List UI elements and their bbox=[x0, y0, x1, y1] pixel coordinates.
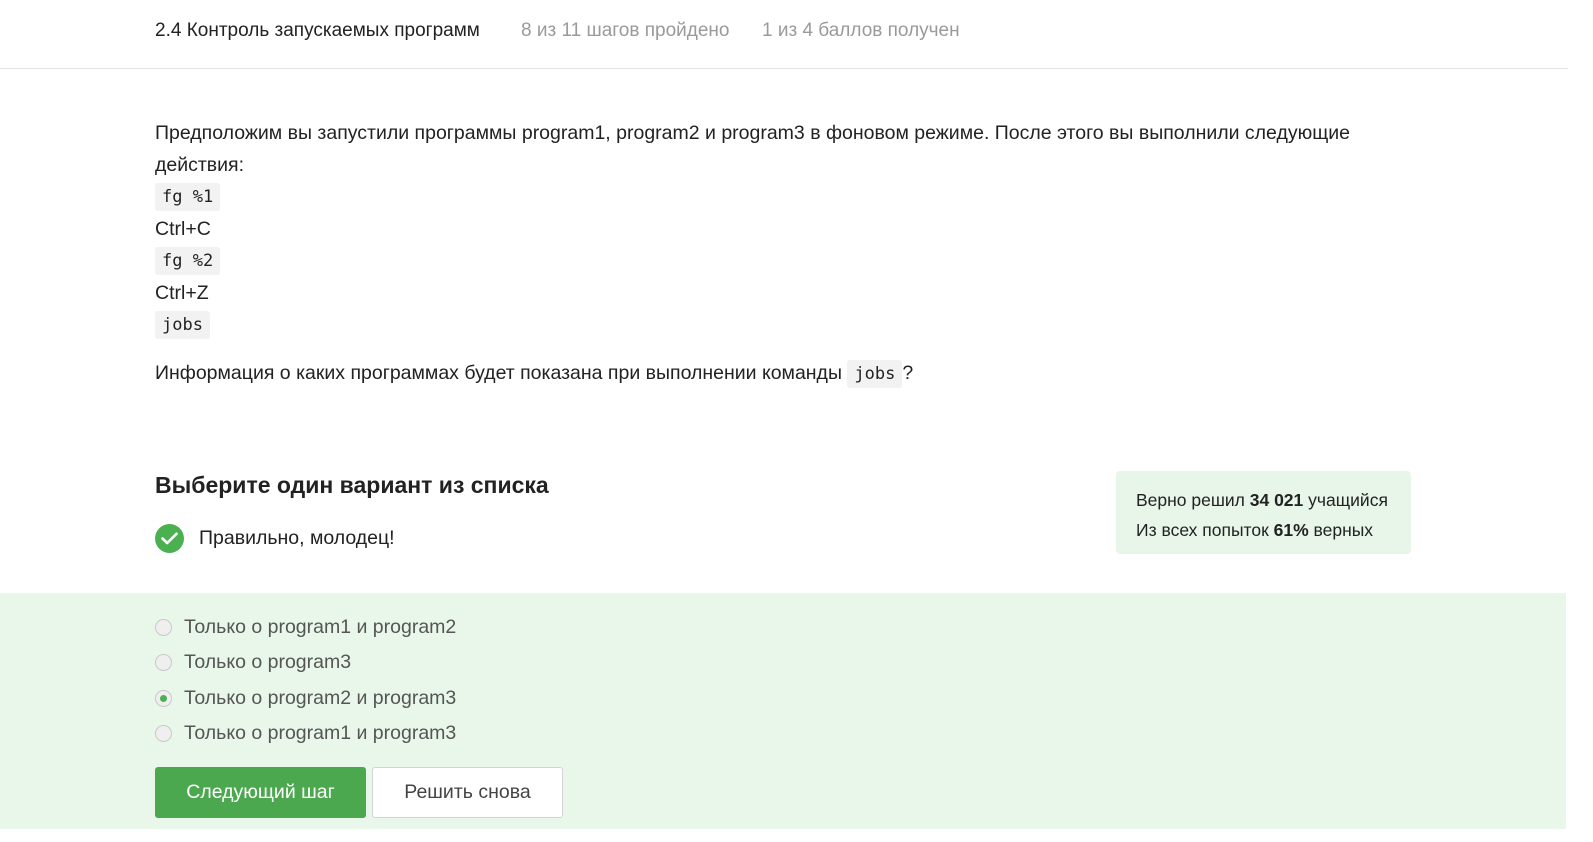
question-mark: ? bbox=[902, 361, 914, 384]
radio-icon[interactable] bbox=[155, 690, 172, 707]
option-label: Только о program3 bbox=[184, 651, 352, 673]
command-5: jobs bbox=[155, 309, 1405, 342]
code-snippet: jobs bbox=[155, 311, 210, 339]
feedback-text: Правильно, молодец! bbox=[199, 527, 395, 549]
feedback-row: Правильно, молодец! bbox=[155, 524, 395, 553]
check-circle-icon bbox=[155, 524, 184, 553]
option-label: Только о program1 и program2 bbox=[184, 616, 457, 638]
option-4[interactable]: Только о program1 и program3 bbox=[155, 722, 456, 745]
code-snippet: jobs bbox=[847, 359, 903, 388]
attempts-suffix: верных bbox=[1308, 520, 1374, 540]
radio-icon[interactable] bbox=[155, 654, 172, 671]
option-2[interactable]: Только о program3 bbox=[155, 651, 351, 674]
retry-button[interactable]: Решить снова bbox=[372, 767, 563, 818]
code-snippet: fg %2 bbox=[155, 247, 221, 275]
lesson-header: 2.4 Контроль запускаемых программ 8 из 1… bbox=[0, 0, 1568, 69]
radio-selected-dot bbox=[160, 695, 167, 702]
command-3: fg %2 bbox=[155, 245, 1405, 278]
task-question: Информация о каких программах будет пока… bbox=[155, 358, 1405, 391]
option-label: Только о program2 и program3 bbox=[184, 687, 457, 709]
attempts-percent: 61% bbox=[1273, 520, 1309, 540]
option-label: Только о program1 и program3 bbox=[184, 722, 457, 744]
task-intro: Предположим вы запустили программы progr… bbox=[155, 122, 1351, 176]
radio-icon[interactable] bbox=[155, 619, 172, 636]
command-4: Ctrl+Z bbox=[155, 281, 209, 304]
task-text: Предположим вы запустили программы progr… bbox=[155, 118, 1405, 390]
score-progress: 1 из 4 баллов получен bbox=[762, 20, 960, 41]
option-1[interactable]: Только о program1 и program2 bbox=[155, 616, 456, 639]
steps-progress: 8 из 11 шагов пройдено bbox=[521, 20, 730, 41]
solved-stat: Верно решил 34 021 учащийся bbox=[1136, 485, 1391, 515]
question-text: Информация о каких программах будет пока… bbox=[155, 361, 842, 384]
quiz-title: Выберите один вариант из списка bbox=[155, 472, 549, 498]
command-2: Ctrl+C bbox=[155, 217, 211, 240]
solved-prefix: Верно решил bbox=[1136, 490, 1250, 510]
attempts-prefix: Из всех попыток bbox=[1136, 520, 1274, 540]
radio-icon[interactable] bbox=[155, 725, 172, 742]
lesson-title[interactable]: 2.4 Контроль запускаемых программ bbox=[155, 20, 480, 42]
attempts-stat: Из всех попыток 61% верных bbox=[1136, 515, 1391, 545]
option-3[interactable]: Только о program2 и program3 bbox=[155, 687, 456, 710]
next-step-button[interactable]: Следующий шаг bbox=[155, 767, 366, 818]
stats-box: Верно решил 34 021 учащийся Из всех попы… bbox=[1116, 471, 1411, 554]
command-1: fg %1 bbox=[155, 181, 1405, 214]
code-snippet: fg %1 bbox=[155, 183, 221, 211]
solved-count: 34 021 bbox=[1249, 490, 1304, 510]
solved-suffix: учащийся bbox=[1303, 490, 1388, 510]
